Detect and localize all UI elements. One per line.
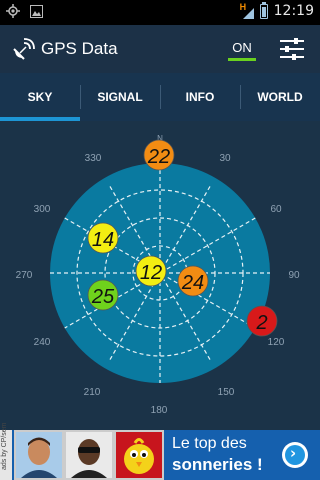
action-bar: GPS Data ON: [0, 25, 320, 73]
azimuth-300: 300: [34, 204, 51, 215]
ad-image-chick: [114, 430, 164, 480]
satellite-marker[interactable]: 14: [87, 222, 119, 254]
gps-on-toggle[interactable]: ON: [228, 40, 256, 61]
azimuth-60: 60: [270, 204, 282, 215]
ad-go-button[interactable]: ›: [282, 442, 308, 468]
tab-bar: SKY SIGNAL INFO WORLD: [0, 73, 320, 121]
ad-line-2: sonneries !: [172, 455, 263, 474]
ad-headline: Le top des sonneries !: [172, 433, 263, 476]
satellite-marker[interactable]: 25: [87, 279, 119, 311]
tab-signal[interactable]: SIGNAL: [80, 73, 160, 121]
ad-side-text: ads by CP/sem: [1, 422, 8, 470]
settings-sliders-icon[interactable]: [278, 37, 306, 61]
gallery-icon: [30, 4, 43, 18]
azimuth-180: 180: [151, 405, 168, 416]
ad-attribution: ads by CP/sem: [0, 423, 12, 480]
satellite-id: 12: [140, 262, 162, 284]
status-bar: H 12:19: [0, 0, 320, 25]
azimuth-150: 150: [218, 387, 235, 398]
tab-info[interactable]: INFO: [160, 73, 240, 121]
satellite-id: 22: [147, 146, 170, 168]
location-icon: [6, 4, 20, 18]
ad-line-1: Le top des: [172, 435, 247, 452]
satellite-dish-icon: [13, 38, 35, 60]
azimuth-330: 330: [85, 153, 102, 164]
satellite-id: 2: [255, 312, 267, 334]
sky-view: N 30 60 90 120 150 180 210 240 270 300 3…: [0, 121, 320, 430]
toggle-indicator: [228, 58, 256, 61]
ad-image-singer: [64, 430, 114, 480]
sky-plot: N 30 60 90 120 150 180 210 240 270 300 3…: [16, 134, 300, 416]
satellite-id: 25: [91, 286, 115, 308]
battery-icon: [259, 1, 268, 19]
azimuth-240: 240: [34, 337, 51, 348]
app-title: GPS Data: [41, 39, 118, 58]
satellite-marker[interactable]: 2: [246, 305, 278, 337]
satellite-id: 14: [92, 229, 114, 251]
clock: 12:19: [273, 3, 314, 19]
tab-world[interactable]: WORLD: [240, 73, 320, 121]
azimuth-210: 210: [84, 387, 101, 398]
azimuth-120: 120: [268, 337, 285, 348]
azimuth-30: 30: [219, 153, 231, 164]
tab-sky[interactable]: SKY: [0, 73, 80, 121]
chevron-right-icon: ›: [290, 444, 297, 462]
satellite-marker[interactable]: 24: [177, 265, 209, 297]
ad-banner[interactable]: ads by CP/sem Le top des sonneries ! ›: [0, 423, 320, 480]
satellite-id: 24: [181, 272, 204, 294]
satellite-marker[interactable]: 22: [143, 139, 175, 171]
mobile-data-icon: H: [240, 2, 254, 19]
satellite-marker[interactable]: 12: [135, 255, 167, 287]
azimuth-270: 270: [16, 270, 33, 281]
toggle-label: ON: [232, 40, 252, 55]
ad-image-man: [14, 430, 64, 480]
azimuth-90: 90: [288, 270, 300, 281]
